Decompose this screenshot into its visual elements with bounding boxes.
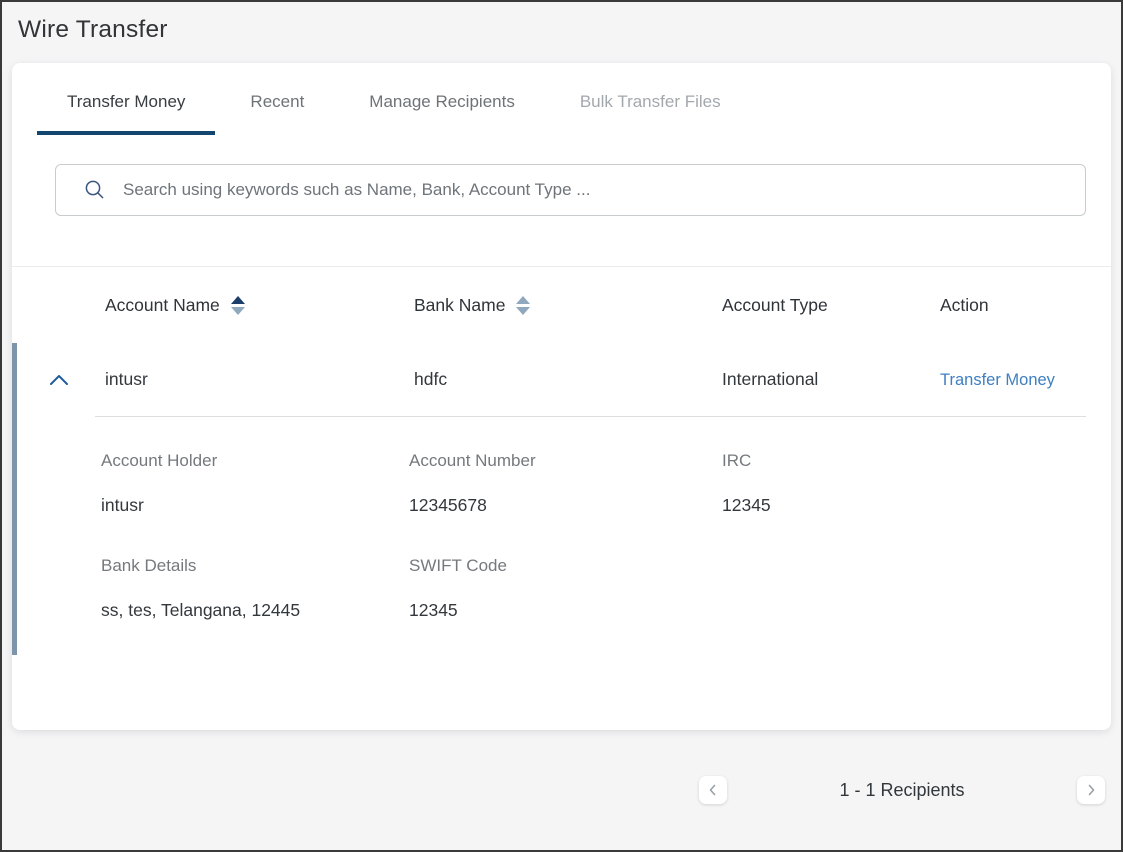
tab-manage-recipients[interactable]: Manage Recipients [339,63,545,135]
cell-bank-name: hdfc [414,369,722,390]
detail-label: Bank Details [101,556,409,576]
tab-transfer-money[interactable]: Transfer Money [37,63,215,135]
detail-bank-details: Bank Details ss, tes, Telangana, 12445 [101,556,409,621]
detail-swift-code: SWIFT Code 12345 [409,556,722,621]
sort-arrows-icon [231,296,245,315]
column-header-account-type: Account Type [722,295,940,316]
detail-label: SWIFT Code [409,556,722,576]
transfer-money-link[interactable]: Transfer Money [940,371,1055,389]
detail-label: IRC [722,451,1086,471]
sort-arrows-icon [516,296,530,315]
detail-label: Account Holder [101,451,409,471]
sort-down-arrow [231,307,245,315]
detail-value: 12345 [409,600,722,621]
chevron-up-icon [48,371,70,389]
next-page-button[interactable] [1077,776,1105,804]
pagination-range-label: 1 - 1 Recipients [727,780,1077,801]
chevron-right-icon [1083,782,1099,798]
tab-bar: Transfer Money Recent Manage Recipients … [12,63,1111,135]
previous-page-button[interactable] [699,776,727,804]
search-icon [84,179,106,201]
expanded-row-details: Account Holder intusr Account Number 123… [12,417,1111,730]
search-box[interactable] [55,164,1086,216]
tab-bulk-transfer-files: Bulk Transfer Files [550,63,751,135]
page-title: Wire Transfer [2,2,1121,44]
sort-down-arrow [516,307,530,315]
recipient-row-group: intusr hdfc International Transfer Money… [12,343,1111,730]
table-header-row: Account Name Bank Name Account Type Acti… [12,267,1111,343]
cell-account-type: International [722,369,940,390]
detail-account-number: Account Number 12345678 [409,451,722,516]
detail-label: Account Number [409,451,722,471]
column-header-action: Action [940,295,1111,316]
search-input[interactable] [123,180,1069,200]
selected-row-indicator [12,343,17,655]
detail-row-1: Account Holder intusr Account Number 123… [101,451,1086,516]
detail-account-holder: Account Holder intusr [101,451,409,516]
collapse-row-button[interactable] [12,371,105,389]
sort-up-arrow [231,296,245,304]
table-row[interactable]: intusr hdfc International Transfer Money [12,343,1111,416]
detail-value: intusr [101,495,409,516]
sort-up-arrow [516,296,530,304]
search-section [12,135,1111,266]
detail-value: 12345678 [409,495,722,516]
tab-recent[interactable]: Recent [220,63,334,135]
column-header-account-name[interactable]: Account Name [105,295,414,316]
detail-value: 12345 [722,495,1086,516]
wire-transfer-card: Transfer Money Recent Manage Recipients … [12,63,1111,730]
column-header-bank-name[interactable]: Bank Name [414,295,722,316]
detail-value: ss, tes, Telangana, 12445 [101,600,409,621]
detail-row-2: Bank Details ss, tes, Telangana, 12445 S… [101,556,1086,621]
cell-account-name: intusr [105,369,414,390]
pagination: 1 - 1 Recipients [699,776,1105,804]
chevron-left-icon [705,782,721,798]
detail-irc: IRC 12345 [722,451,1086,516]
